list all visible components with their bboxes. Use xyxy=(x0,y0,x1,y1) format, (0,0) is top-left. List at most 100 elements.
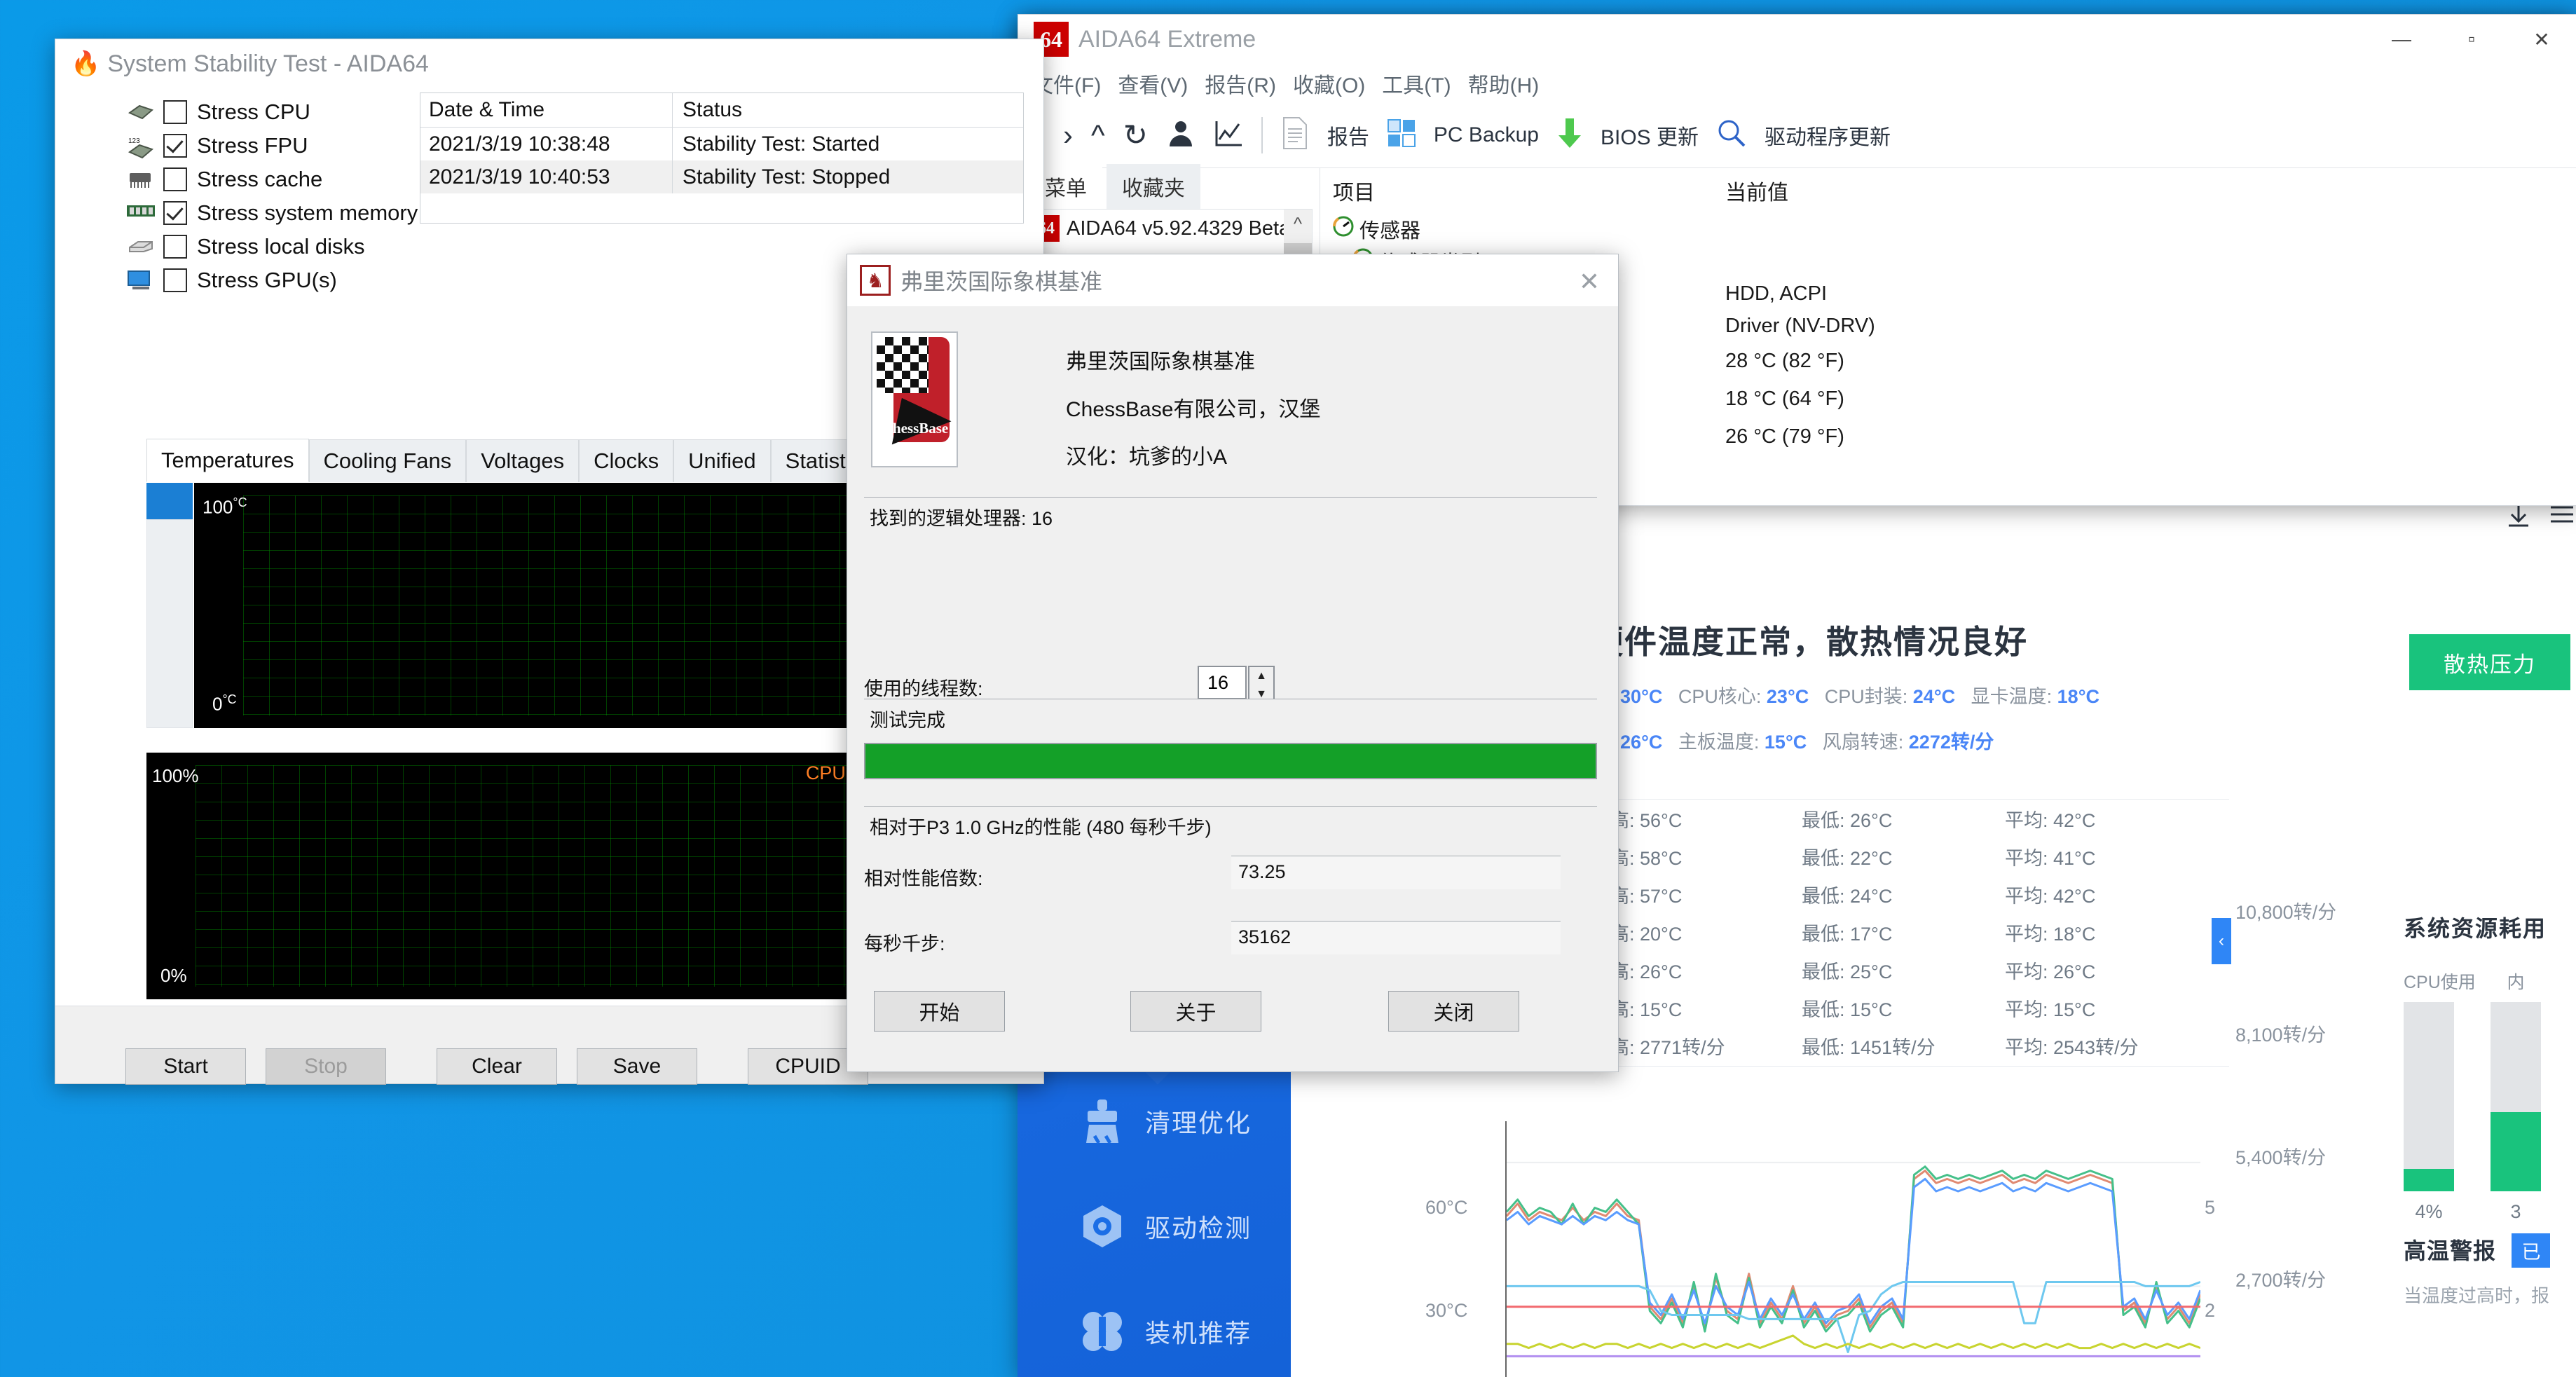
about-button[interactable]: 关于 xyxy=(1130,991,1261,1032)
table-row: 最高: 20°C最低: 17°C平均: 18°C xyxy=(1584,913,2229,951)
menu-view[interactable]: 查看(V) xyxy=(1118,68,1188,99)
relative-performance-header: 相对于P3 1.0 GHz的性能 (480 每秒千步) xyxy=(864,806,1597,845)
bar-fill xyxy=(2404,1169,2454,1191)
knight-icon: ♞ xyxy=(860,265,891,296)
refresh-icon[interactable]: ↻ xyxy=(1123,121,1148,150)
tree-item-aida-version[interactable]: 64 AIDA64 v5.92.4329 Beta xyxy=(1026,210,1312,247)
checkbox[interactable] xyxy=(163,134,187,158)
up-icon[interactable]: ^ xyxy=(1091,121,1105,150)
checkbox-row-stress-gpu[interactable]: Stress GPU(s) xyxy=(125,263,406,297)
start-benchmark-button[interactable]: 开始 xyxy=(874,991,1005,1032)
checkbox-row-stress-disks[interactable]: Stress local disks xyxy=(125,230,406,263)
document-icon[interactable] xyxy=(1281,116,1309,155)
gauge-icon xyxy=(1333,216,1354,242)
row-value: HDD, ACPI xyxy=(1725,282,1827,306)
stop-button[interactable]: Stop xyxy=(266,1048,386,1085)
menu-tools[interactable]: 工具(T) xyxy=(1382,68,1451,99)
maximize-button[interactable]: ▫ xyxy=(2437,15,2507,64)
log-time: 2021/3/19 10:40:53 xyxy=(420,160,673,193)
close-button[interactable]: ✕ xyxy=(2507,15,2576,64)
start-button[interactable]: Start xyxy=(125,1048,246,1085)
alert-title: 高温警报 xyxy=(2404,1233,2496,1266)
close-dialog-button[interactable]: 关闭 xyxy=(1388,991,1519,1032)
tab-clocks[interactable]: Clocks xyxy=(579,439,673,482)
magnifier-icon[interactable] xyxy=(1717,118,1746,153)
clear-button[interactable]: Clear xyxy=(437,1048,557,1085)
chart-series-cpu-package xyxy=(1507,1179,2200,1323)
bios-update-label[interactable]: BIOS 更新 xyxy=(1601,120,1699,151)
stress-test-button[interactable]: 散热压力 xyxy=(2409,634,2570,690)
tab-unified[interactable]: Unified xyxy=(673,439,771,482)
close-icon[interactable]: ✕ xyxy=(1579,267,1600,296)
stepper-up-icon[interactable]: ▲ xyxy=(1249,667,1273,685)
table-row: 最高: 26°C最低: 25°C平均: 26°C xyxy=(1584,951,2229,989)
cpu-chip-icon xyxy=(125,102,156,123)
stability-log-table[interactable]: Date & Time Status 2021/3/19 10:38:48 St… xyxy=(420,93,1024,224)
sst-tab-strip: Temperatures Cooling Fans Voltages Clock… xyxy=(146,439,887,482)
row-item-label: 传感器 xyxy=(1359,214,1420,244)
menu-report[interactable]: 报告(R) xyxy=(1205,68,1276,99)
graph-unit: °C xyxy=(233,495,247,509)
checkbox[interactable] xyxy=(163,167,187,191)
chessbase-titlebar: ♞ 弗里茨国际象棋基准 ✕ xyxy=(847,254,1618,306)
sidebar-item-driver-scan[interactable]: 驱动检测 xyxy=(1018,1174,1291,1279)
temp-key: 主板温度: xyxy=(1678,732,1760,753)
checkbox[interactable] xyxy=(163,100,187,124)
minimize-button[interactable]: — xyxy=(2366,15,2437,64)
bar-track xyxy=(2491,1002,2541,1191)
tab-cooling-fans[interactable]: Cooling Fans xyxy=(309,439,467,482)
driver-update-label[interactable]: 驱动程序更新 xyxy=(1765,120,1891,151)
graph-y-max-value: 100 xyxy=(203,497,233,518)
temperature-line-chart: 60°C 30°C 5 2 xyxy=(1423,1121,2214,1377)
tab-favorites[interactable]: 收藏夹 xyxy=(1107,164,1200,209)
checkbox-label: Stress cache xyxy=(197,167,322,192)
chart-icon[interactable] xyxy=(1214,118,1243,153)
graph-unit: °C xyxy=(222,692,236,706)
green-down-arrow-icon[interactable] xyxy=(1557,117,1582,154)
collapse-panel-button[interactable]: ‹ xyxy=(2212,918,2231,964)
checkbox-row-stress-cache[interactable]: Stress cache xyxy=(125,163,406,196)
forward-icon[interactable]: › xyxy=(1063,121,1073,150)
table-row: 最高: 57°C最低: 24°C平均: 42°C xyxy=(1584,875,2229,913)
stat-avg: 平均: 2543转/分 xyxy=(2005,1032,2215,1060)
table-row: 最高: 56°C最低: 26°C平均: 42°C xyxy=(1584,800,2229,837)
menu-favorites[interactable]: 收藏(O) xyxy=(1293,68,1365,99)
stat-avg: 平均: 42°C xyxy=(2005,881,2215,908)
table-row[interactable]: 传感器 xyxy=(1333,213,2576,245)
pc-backup-label[interactable]: PC Backup xyxy=(1434,123,1539,147)
checkbox-label: Stress local disks xyxy=(197,234,364,259)
checkbox[interactable] xyxy=(163,201,187,225)
temp-value: 18°C xyxy=(2057,686,2099,707)
thread-count-input[interactable]: 16 xyxy=(1198,666,1247,699)
chart-series-cpu-core-1 xyxy=(1507,1171,2200,1328)
scroll-up-arrow-icon[interactable]: ^ xyxy=(1284,210,1312,238)
knps-label: 每秒千步: xyxy=(864,929,945,956)
stat-avg: 平均: 41°C xyxy=(2005,843,2215,870)
menu-help[interactable]: 帮助(H) xyxy=(1468,68,1540,99)
temp-key: CPU封装: xyxy=(1825,686,1908,707)
chart-ytick: 60°C xyxy=(1425,1197,1467,1219)
person-icon[interactable] xyxy=(1166,118,1195,153)
logical-processors-text: 找到的逻辑处理器: 16 xyxy=(864,497,1597,536)
chessbase-dialog-title: 弗里茨国际象棋基准 xyxy=(900,264,1102,296)
checkbox[interactable] xyxy=(163,268,187,292)
clover-icon xyxy=(1078,1307,1127,1356)
checkbox-row-stress-cpu[interactable]: Stress CPU xyxy=(125,95,406,129)
table-row[interactable]: 2021/3/19 10:40:53 Stability Test: Stopp… xyxy=(420,160,1023,193)
table-row[interactable]: 2021/3/19 10:38:48 Stability Test: Start… xyxy=(420,128,1023,160)
checkbox-label: Stress GPU(s) xyxy=(197,268,337,293)
windows-tiles-icon[interactable] xyxy=(1388,119,1416,152)
sidebar-item-clean[interactable]: 清理优化 xyxy=(1018,1069,1291,1174)
report-button-label[interactable]: 报告 xyxy=(1327,120,1369,151)
tab-temperatures[interactable]: Temperatures xyxy=(146,439,309,482)
checkbox-row-stress-fpu[interactable]: 123 Stress FPU xyxy=(125,129,406,163)
tab-voltages[interactable]: Voltages xyxy=(466,439,579,482)
sidebar-item-label: 清理优化 xyxy=(1145,1103,1252,1139)
checkbox-row-stress-memory[interactable]: Stress system memory xyxy=(125,196,406,230)
save-button[interactable]: Save xyxy=(577,1048,697,1085)
sst-title: System Stability Test - AIDA64 xyxy=(107,50,429,78)
checkbox[interactable] xyxy=(163,235,187,259)
alert-status-badge[interactable]: 已 xyxy=(2512,1233,2550,1268)
hdd-icon xyxy=(125,236,156,257)
sidebar-item-build-recommend[interactable]: 装机推荐 xyxy=(1018,1279,1291,1377)
